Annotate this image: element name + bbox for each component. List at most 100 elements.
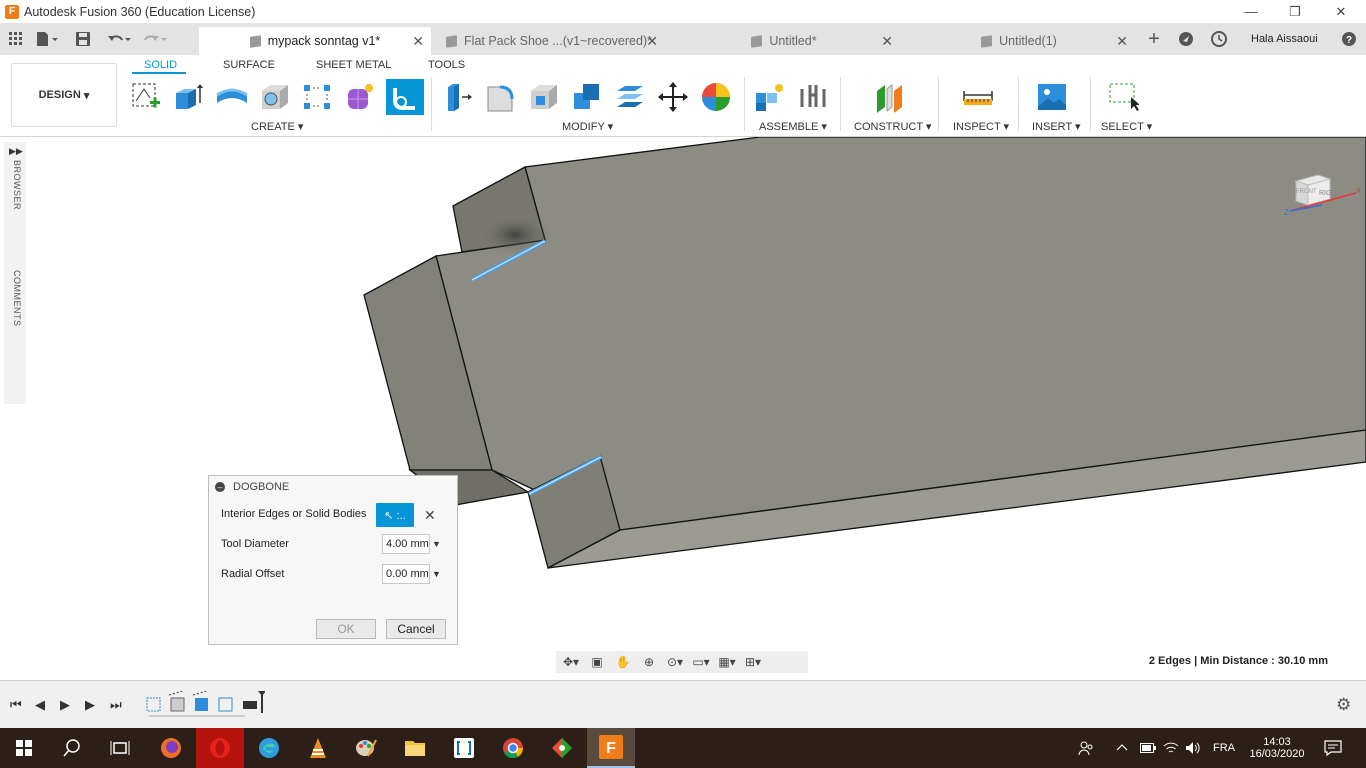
collapse-icon[interactable]: – — [215, 482, 225, 492]
task-view-icon[interactable] — [96, 728, 144, 768]
redo-icon[interactable] — [137, 23, 173, 55]
opera-icon[interactable] — [196, 728, 244, 768]
pattern-icon[interactable] — [300, 80, 334, 114]
job-status-icon[interactable] — [1173, 23, 1199, 55]
tool-diameter-field[interactable]: 4.00 mm — [382, 534, 430, 554]
view-cube[interactable]: RIGHT FRONT Z X — [1282, 159, 1362, 219]
radial-offset-field[interactable]: 0.00 mm — [382, 564, 430, 584]
ok-button[interactable]: OK — [316, 619, 376, 639]
extrude-icon[interactable] — [172, 80, 206, 114]
help-icon[interactable]: ? — [1336, 23, 1362, 55]
input-language[interactable]: FRA — [1213, 728, 1235, 768]
play-icon[interactable]: ▶ — [60, 697, 70, 713]
app-bracket-icon[interactable] — [440, 728, 488, 768]
search-icon[interactable] — [48, 728, 96, 768]
canvas-viewport[interactable]: RIGHT FRONT Z X — [0, 137, 1366, 680]
git-tool-icon[interactable] — [538, 728, 586, 768]
close-window-button[interactable]: ✕ — [1318, 0, 1364, 23]
user-name[interactable]: Hala Aissaoui — [1251, 23, 1318, 55]
windows-start-icon[interactable] — [0, 728, 48, 768]
tab-untitled-1[interactable]: Untitled(1) ✕ — [903, 27, 1135, 55]
notifications-icon[interactable] — [1324, 728, 1342, 768]
expand-panel-icon[interactable]: ▶▶ — [9, 146, 23, 157]
timeline-settings-gear-icon[interactable]: ⚙ — [1336, 695, 1351, 715]
construct-group-label[interactable]: CONSTRUCT ▾ — [854, 120, 931, 133]
offset-face-icon[interactable] — [613, 80, 647, 114]
model-body[interactable] — [0, 137, 1366, 680]
grid-icon[interactable]: ▦▾ — [716, 653, 738, 671]
combine-icon[interactable] — [570, 80, 604, 114]
fusion360-taskbar-icon[interactable]: F — [587, 728, 635, 768]
save-icon[interactable] — [65, 23, 101, 55]
viewports-icon[interactable]: ⊞▾ — [742, 653, 764, 671]
comments-panel-toggle[interactable]: COMMENTS — [12, 270, 22, 327]
battery-icon[interactable] — [1140, 728, 1156, 768]
create-group-label[interactable]: CREATE ▾ — [251, 120, 303, 133]
vlc-icon[interactable] — [294, 728, 342, 768]
create-sketch-icon[interactable] — [129, 80, 163, 114]
workspace-switcher[interactable]: DESIGN ▾ — [11, 63, 117, 127]
insert-image-icon[interactable] — [1035, 80, 1069, 114]
edge-icon[interactable] — [245, 728, 293, 768]
minimize-button[interactable]: — — [1228, 0, 1274, 23]
file-explorer-icon[interactable] — [391, 728, 439, 768]
fillet-icon[interactable] — [484, 80, 518, 114]
close-tab-icon[interactable]: ✕ — [412, 33, 424, 50]
edge-selection-button[interactable]: ↖ :.. — [376, 503, 414, 527]
undo-icon[interactable] — [101, 23, 137, 55]
chevron-up-icon[interactable] — [1116, 728, 1128, 768]
go-to-end-icon[interactable]: ⏭ — [110, 697, 122, 713]
fit-icon[interactable]: ⊙▾ — [664, 653, 686, 671]
firefox-icon[interactable] — [147, 728, 195, 768]
tab-flat-pack-shoe[interactable]: Flat Pack Shoe ...(v1~recovered)* ✕ — [433, 27, 665, 55]
apps-grid-icon[interactable] — [3, 23, 29, 55]
tab-surface[interactable]: SURFACE — [223, 59, 275, 71]
new-tab-plus-icon[interactable]: + — [1141, 23, 1167, 55]
form-icon[interactable] — [343, 80, 377, 114]
insert-group-label[interactable]: INSERT ▾ — [1032, 120, 1081, 133]
people-icon[interactable] — [1078, 728, 1094, 768]
volume-icon[interactable] — [1185, 728, 1201, 768]
go-to-start-icon[interactable]: ⏮ — [10, 697, 22, 713]
dogbone-icon[interactable] — [386, 79, 424, 115]
tab-tools[interactable]: TOOLS — [428, 59, 465, 71]
pan-hand-icon[interactable]: ✋ — [612, 653, 634, 671]
cancel-button[interactable]: Cancel — [386, 619, 446, 639]
zoom-icon[interactable]: ⊕ — [638, 653, 660, 671]
inspect-group-label[interactable]: INSPECT ▾ — [953, 120, 1009, 133]
tab-sheet-metal[interactable]: SHEET METAL — [316, 59, 391, 71]
timeline-features[interactable] — [145, 690, 266, 717]
shell-icon[interactable] — [527, 80, 561, 114]
look-at-icon[interactable]: ▣ — [586, 653, 608, 671]
close-tab-icon[interactable]: ✕ — [1116, 33, 1128, 50]
select-group-label[interactable]: SELECT ▾ — [1101, 120, 1152, 133]
joint-icon[interactable] — [796, 80, 830, 114]
hole-icon[interactable] — [258, 80, 292, 114]
paint-icon[interactable] — [342, 728, 390, 768]
tab-untitled[interactable]: Untitled* ✕ — [668, 27, 900, 55]
close-tab-icon[interactable]: ✕ — [881, 33, 893, 50]
chevron-down-icon[interactable]: ▼ — [432, 569, 441, 579]
move-copy-icon[interactable] — [656, 80, 690, 114]
assemble-group-label[interactable]: ASSEMBLE ▾ — [759, 120, 827, 133]
chevron-down-icon[interactable]: ▼ — [432, 539, 441, 549]
press-pull-icon[interactable] — [441, 80, 475, 114]
chrome-icon[interactable] — [489, 728, 537, 768]
close-tab-icon[interactable]: ✕ — [646, 33, 658, 50]
step-back-icon[interactable]: ◀ — [35, 697, 45, 713]
tab-mypack-sonntag[interactable]: mypack sonntag v1* ✕ — [199, 27, 431, 55]
appearance-icon[interactable] — [699, 80, 733, 114]
revolve-icon[interactable] — [215, 80, 249, 114]
orbit-icon[interactable]: ✥▾ — [560, 653, 582, 671]
window-select-icon[interactable] — [1106, 80, 1140, 114]
dialog-header[interactable]: – DOGBONE — [209, 476, 457, 498]
wifi-icon[interactable] — [1163, 728, 1179, 768]
clear-selection-icon[interactable]: ✕ — [424, 507, 436, 524]
tab-solid[interactable]: SOLID — [144, 59, 177, 71]
new-component-icon[interactable] — [752, 80, 786, 114]
clock-tray[interactable]: 14:03 16/03/2020 — [1249, 728, 1304, 768]
step-forward-icon[interactable]: ▶ — [85, 697, 95, 713]
modify-group-label[interactable]: MODIFY ▾ — [562, 120, 613, 133]
measure-icon[interactable] — [961, 80, 995, 114]
display-settings-icon[interactable]: ▭▾ — [690, 653, 712, 671]
